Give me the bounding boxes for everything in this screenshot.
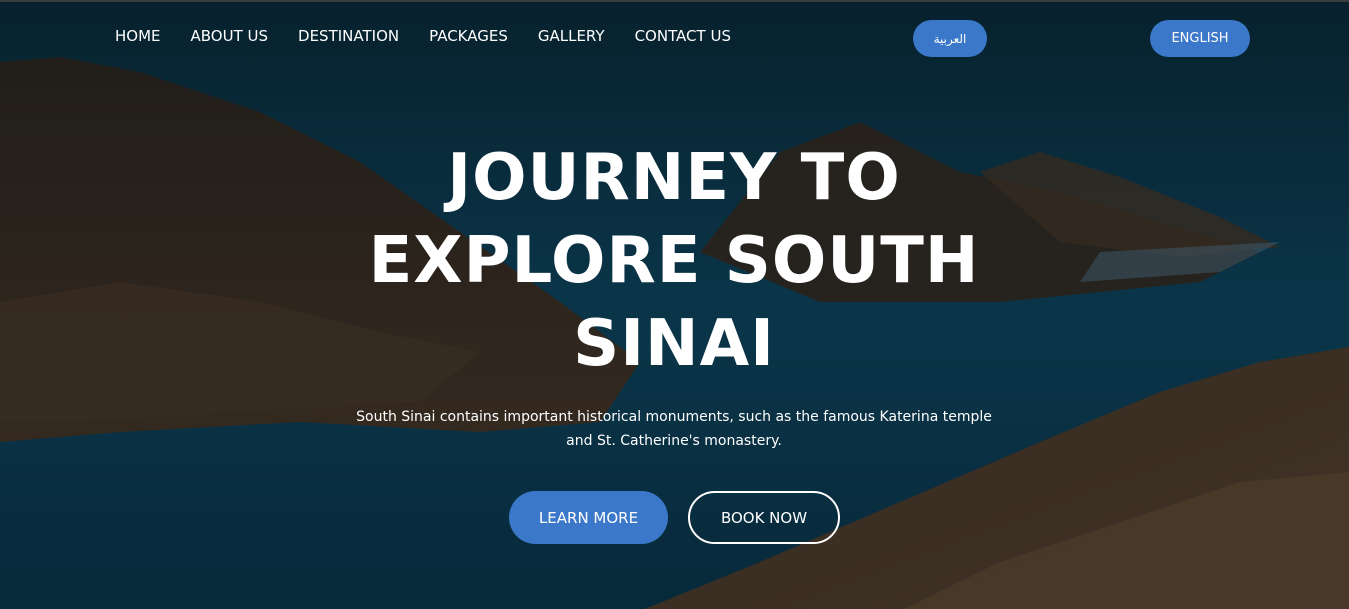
nav-item-home[interactable]: HOME [115, 26, 161, 46]
book-now-button[interactable]: BOOK NOW [688, 491, 840, 544]
nav-item-gallery[interactable]: GALLERY [538, 26, 605, 46]
nav-item-destination[interactable]: DESTINATION [298, 26, 399, 46]
main-navigation: HOME ABOUT US DESTINATION PACKAGES GALLE… [115, 26, 761, 46]
nav-item-contact-us[interactable]: CONTACT US [635, 26, 731, 46]
english-language-button[interactable]: ENGLISH [1150, 20, 1250, 57]
subtitle-line-2: and St. Catherine's monastery. [566, 433, 782, 449]
arabic-language-button[interactable]: العربية [913, 20, 987, 57]
hero-section: HOME ABOUT US DESTINATION PACKAGES GALLE… [0, 0, 1349, 609]
nav-item-packages[interactable]: PACKAGES [429, 26, 508, 46]
nav-item-about-us[interactable]: ABOUT US [191, 26, 269, 46]
headline-line-3: SINAI [573, 307, 775, 381]
learn-more-button[interactable]: LEARN MORE [509, 491, 668, 544]
headline-line-1: JOURNEY TO [447, 141, 901, 215]
hero-headline: JOURNEY TO EXPLORE SOUTH SINAI [274, 137, 1074, 386]
headline-line-2: EXPLORE SOUTH [368, 224, 980, 298]
hero-subtitle: South Sinai contains important historica… [324, 405, 1024, 453]
subtitle-line-1: South Sinai contains important historica… [356, 409, 992, 425]
